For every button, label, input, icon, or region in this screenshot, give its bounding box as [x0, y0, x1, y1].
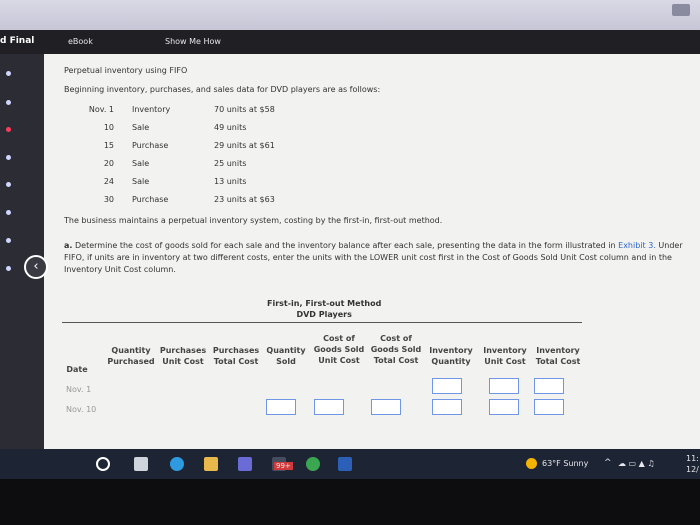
col-inventory-total-cost: Inventory Total Cost [535, 346, 581, 366]
quantity-sold-input[interactable] [266, 399, 296, 415]
chrome-icon[interactable] [306, 457, 320, 471]
transaction-qty: 70 units at $58 [214, 105, 275, 114]
question-nav-dot[interactable] [6, 127, 11, 132]
transaction-qty: 29 units at $61 [214, 141, 275, 150]
weather-icon [526, 458, 537, 469]
notification-badge: 99+ [274, 462, 293, 470]
clock-time[interactable]: 11: [686, 454, 699, 463]
tab-final[interactable]: d Final [0, 36, 34, 46]
transaction-row: Nov. 1 Inventory 70 units at $58 [44, 105, 644, 119]
question-nav-dot[interactable] [6, 182, 11, 187]
window-control-icon[interactable] [672, 4, 690, 16]
question-nav-dot[interactable] [6, 71, 11, 76]
transaction-date: 30 [103, 195, 114, 204]
question-nav-dot[interactable] [6, 238, 11, 243]
transaction-type: Sale [132, 177, 150, 186]
transaction-type: Purchase [132, 195, 169, 204]
exhibit-link[interactable]: Exhibit 3. [618, 241, 656, 250]
col-quantity-sold: Quantity Sold [266, 346, 306, 366]
transaction-qty: 23 units at $63 [214, 195, 275, 204]
task-view-icon[interactable] [134, 457, 148, 471]
transaction-row: 15 Purchase 29 units at $61 [44, 141, 644, 155]
problem-title: Perpetual inventory using FIFO [64, 66, 188, 75]
table-heading: First-in, First-out Method DVD Players [267, 298, 381, 320]
row-date: Nov. 10 [66, 405, 97, 414]
tray-icons[interactable]: ☁ ▭ ▲ ♫ [618, 459, 655, 468]
search-icon[interactable] [96, 457, 110, 471]
table-divider [62, 322, 582, 323]
transaction-date: 20 [103, 159, 114, 168]
inventory-unit-cost-input[interactable] [489, 399, 519, 415]
transaction-row: 24 Sale 13 units [44, 177, 644, 191]
col-quantity-purchased: Quantity Purchased [107, 346, 155, 366]
col-date: Date [66, 365, 88, 374]
inventory-total-cost-input[interactable] [534, 399, 564, 415]
transaction-type: Sale [132, 123, 150, 132]
col-cogs-unit-cost: Cost of Goods Sold Unit Cost [313, 334, 365, 365]
problem-intro: Beginning inventory, purchases, and sale… [64, 85, 381, 94]
word-icon[interactable] [338, 457, 352, 471]
col-cogs-total-cost: Cost of Goods Sold Total Cost [370, 334, 422, 365]
question-nav-dot[interactable] [6, 210, 11, 215]
store-icon[interactable] [238, 457, 252, 471]
row-date: Nov. 1 [66, 385, 92, 394]
question-nav-dot[interactable] [6, 155, 11, 160]
transaction-row: 10 Sale 49 units [44, 123, 644, 137]
transaction-date: Nov. 1 [88, 105, 114, 114]
table-heading-line2: DVD Players [296, 310, 352, 319]
tab-ebook[interactable]: eBook [68, 37, 93, 46]
transaction-row: 20 Sale 25 units [44, 159, 644, 173]
col-inventory-unit-cost: Inventory Unit Cost [483, 346, 527, 366]
problem-content: Perpetual inventory using FIFO Beginning… [44, 54, 700, 449]
transaction-type: Purchase [132, 141, 169, 150]
browser-top-bar [0, 0, 700, 30]
question-sidebar [0, 54, 44, 449]
inventory-quantity-input[interactable] [432, 399, 462, 415]
edge-browser-icon[interactable] [170, 457, 184, 471]
windows-taskbar: 99+ 63°F Sunny ^ ☁ ▭ ▲ ♫ 11: 12/ [0, 449, 700, 479]
device-bezel [0, 479, 700, 525]
transaction-date: 10 [103, 123, 114, 132]
col-purchases-unit-cost: Purchases Unit Cost [159, 346, 207, 366]
question-nav-dot[interactable] [6, 100, 11, 105]
back-arrow-icon[interactable]: ‹ [24, 255, 48, 279]
file-explorer-icon[interactable] [204, 457, 218, 471]
inventory-unit-cost-input[interactable] [489, 378, 519, 394]
transaction-date: 24 [103, 177, 114, 186]
app-tab-bar: d Final eBook Show Me How [0, 30, 700, 54]
transaction-qty: 49 units [214, 123, 247, 132]
transaction-row: 30 Purchase 23 units at $63 [44, 195, 644, 209]
system-tray-chevron-icon[interactable]: ^ [604, 458, 612, 468]
transaction-qty: 25 units [214, 159, 247, 168]
method-text: The business maintains a perpetual inven… [64, 216, 443, 225]
transaction-type: Inventory [132, 105, 171, 114]
requirement-prefix: a. [64, 241, 73, 250]
transaction-date: 15 [103, 141, 114, 150]
col-purchases-total-cost: Purchases Total Cost [212, 346, 260, 366]
cogs-total-cost-input[interactable] [371, 399, 401, 415]
tab-show-me-how[interactable]: Show Me How [165, 37, 221, 46]
inventory-quantity-input[interactable] [432, 378, 462, 394]
requirement-text: Determine the cost of goods sold for eac… [74, 241, 616, 250]
requirement-a: a. Determine the cost of goods sold for … [64, 240, 694, 276]
clock-date[interactable]: 12/ [686, 465, 699, 474]
transaction-type: Sale [132, 159, 150, 168]
inventory-total-cost-input[interactable] [534, 378, 564, 394]
question-nav-dot[interactable] [6, 266, 11, 271]
cogs-unit-cost-input[interactable] [314, 399, 344, 415]
col-inventory-quantity: Inventory Quantity [429, 346, 473, 366]
weather-text[interactable]: 63°F Sunny [542, 459, 588, 468]
transaction-qty: 13 units [214, 177, 247, 186]
table-heading-line1: First-in, First-out Method [267, 299, 382, 308]
